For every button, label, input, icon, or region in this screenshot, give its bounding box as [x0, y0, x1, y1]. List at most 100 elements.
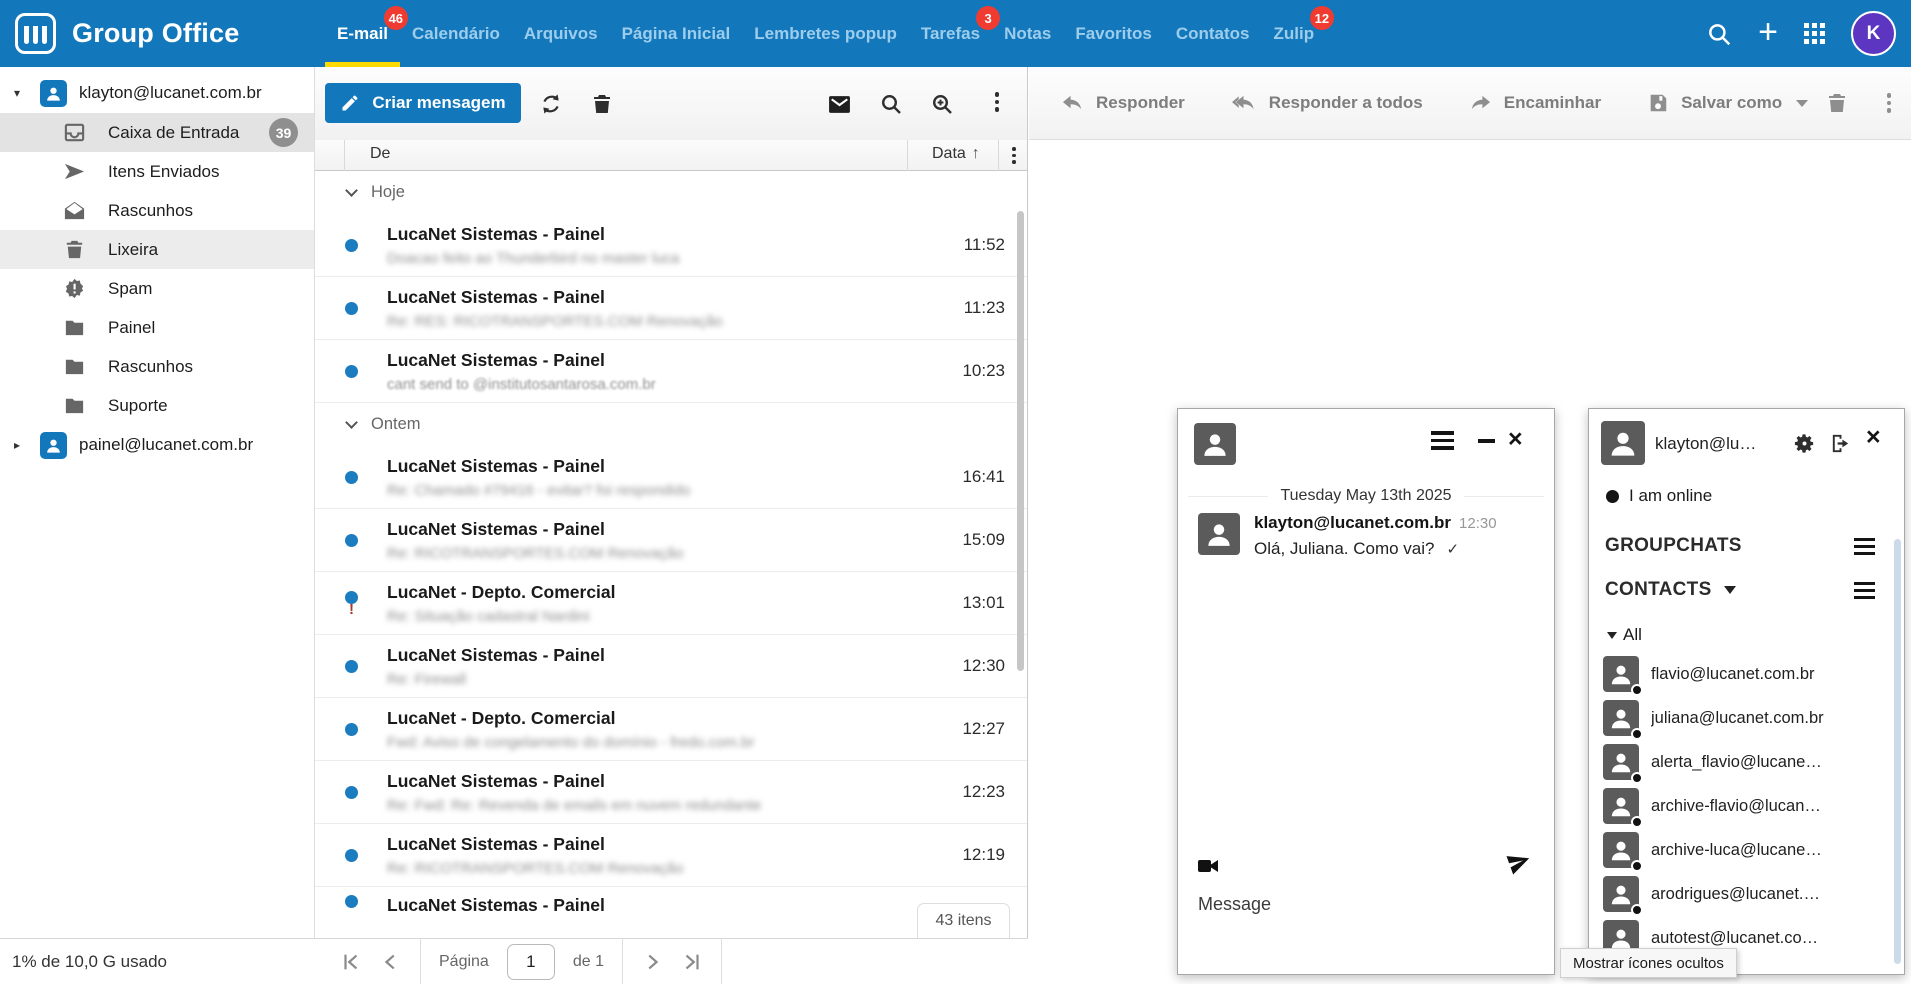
mail-list-item[interactable]: LucaNet Sistemas - PainelDoacao feito ao…	[315, 214, 1027, 277]
reply-all-button[interactable]: Responder a todos	[1231, 92, 1423, 115]
sidebar-item-suporte[interactable]: Suporte	[0, 386, 314, 425]
send-icon[interactable]	[1506, 849, 1532, 875]
tab-pagina-inicial[interactable]: Página Inicial	[622, 0, 731, 67]
sidebar-item-painel[interactable]: Painel	[0, 308, 314, 347]
contact-item[interactable]: alerta_flavio@lucane…	[1589, 740, 1904, 784]
column-options-icon[interactable]	[1012, 147, 1016, 164]
contact-item[interactable]: juliana@lucanet.com.br	[1589, 696, 1904, 740]
tab-contatos[interactable]: Contatos	[1176, 0, 1250, 67]
mail-list-item[interactable]: LucaNet Sistemas - PainelRe: RICOTRANSPO…	[315, 509, 1027, 572]
chat-menu-icon[interactable]	[1431, 431, 1454, 450]
refresh-icon[interactable]	[539, 92, 563, 116]
tab-lembretes-popup[interactable]: Lembretes popup	[754, 0, 897, 67]
sidebar-item-trash[interactable]: Lixeira	[0, 230, 314, 269]
tab-tarefas[interactable]: Tarefas3	[921, 0, 980, 67]
contact-item[interactable]: arodrigues@lucanet.…	[1589, 872, 1904, 916]
presence-status[interactable]: I am online	[1606, 486, 1712, 506]
mail-time: 12:23	[933, 782, 1005, 802]
app-logo: Group Office	[15, 13, 239, 54]
sidebar-item-inbox[interactable]: Caixa de Entrada 39	[0, 113, 314, 152]
last-page-button[interactable]	[681, 951, 703, 973]
delete-icon[interactable]	[590, 92, 614, 116]
unread-dot	[345, 786, 358, 799]
mail-list-item[interactable]: LucaNet Sistemas - PainelRe: Firewall 12…	[315, 635, 1027, 698]
tab-calendario[interactable]: Calendário	[412, 0, 500, 67]
message-text: Olá, Juliana. Como vai?	[1254, 539, 1434, 558]
spam-icon	[63, 277, 86, 300]
contact-item[interactable]: flavio@lucanet.com.br	[1589, 652, 1904, 696]
tab-notas[interactable]: Notas	[1004, 0, 1051, 67]
contact-item[interactable]: archive-flavio@lucan…	[1589, 784, 1904, 828]
tab-arquivos[interactable]: Arquivos	[524, 0, 598, 67]
presence-dot	[1631, 816, 1643, 828]
pencil-icon	[340, 93, 360, 113]
account-icon	[40, 80, 67, 107]
sidebar-item-spam[interactable]: Spam	[0, 269, 314, 308]
mail-list-item[interactable]: LucaNet Sistemas - PainelRe: RES: RICOTR…	[315, 277, 1027, 340]
logout-icon[interactable]	[1829, 432, 1852, 455]
search-mail-icon[interactable]	[879, 92, 903, 116]
zulip-badge: 12	[1310, 6, 1334, 30]
unread-filter-icon[interactable]	[827, 92, 851, 116]
more-options-icon[interactable]	[985, 92, 1009, 116]
tab-zulip[interactable]: Zulip12	[1274, 0, 1315, 67]
contacts-section: CONTACTS	[1605, 579, 1875, 601]
save-as-button[interactable]: Salvar como	[1647, 92, 1808, 114]
expand-caret-icon[interactable]: ▸	[14, 438, 28, 452]
list-scrollbar[interactable]	[1017, 211, 1024, 671]
account-painel[interactable]: ▸ painel@lucanet.com.br	[0, 425, 314, 465]
sidebar-item-drafts[interactable]: Rascunhos	[0, 191, 314, 230]
search-icon[interactable]	[1706, 21, 1732, 47]
drafts-icon	[63, 199, 86, 222]
sidebar-item-sent[interactable]: Itens Enviados	[0, 152, 314, 191]
page-number-input[interactable]	[507, 944, 555, 980]
mail-time: 10:23	[933, 361, 1005, 381]
first-page-button[interactable]	[340, 951, 362, 973]
contact-item[interactable]: archive-luca@lucane…	[1589, 828, 1904, 872]
column-from[interactable]: De	[370, 145, 390, 163]
contacts-scrollbar[interactable]	[1894, 539, 1901, 964]
tab-favoritos[interactable]: Favoritos	[1075, 0, 1152, 67]
zoom-in-icon[interactable]	[930, 92, 954, 116]
groupchats-menu-icon[interactable]	[1854, 538, 1875, 555]
message-options-icon[interactable]	[1887, 93, 1892, 113]
account-klayton[interactable]: ▾ klayton@lucanet.com.br	[0, 73, 314, 113]
chat-message-input[interactable]: Message	[1198, 894, 1271, 915]
reply-button[interactable]: Responder	[1061, 92, 1185, 115]
delete-message-icon[interactable]	[1825, 91, 1849, 115]
compose-button[interactable]: Criar mensagem	[325, 83, 521, 123]
user-avatar[interactable]: K	[1851, 11, 1896, 56]
close-icon[interactable]: ×	[1866, 425, 1881, 450]
inbox-icon	[63, 121, 86, 144]
top-bar: Group Office E-mail46 Calendário Arquivo…	[0, 0, 1911, 67]
folder-label: Suporte	[108, 396, 168, 416]
mail-list-item[interactable]: LucaNet Sistemas - PainelRe: RICOTRANSPO…	[315, 824, 1027, 887]
chevron-down-icon[interactable]	[1724, 586, 1736, 594]
contacts-group-all[interactable]: All	[1607, 625, 1642, 645]
add-icon[interactable]: +	[1758, 15, 1778, 49]
sidebar-item-rascunhos2[interactable]: Rascunhos	[0, 347, 314, 386]
group-header-ontem[interactable]: Ontem	[315, 403, 1027, 446]
minimize-icon[interactable]	[1478, 439, 1495, 443]
contacts-menu-icon[interactable]	[1854, 582, 1875, 599]
mail-list-item[interactable]: LucaNet Sistemas - Painelcant send to @i…	[315, 340, 1027, 403]
column-date[interactable]: Data↑	[932, 145, 980, 163]
prev-page-button[interactable]	[380, 951, 402, 973]
mail-list-item[interactable]: LucaNet Sistemas - PainelRe: Fwd: Re: Re…	[315, 761, 1027, 824]
groupchats-section: GROUPCHATS	[1605, 535, 1875, 557]
group-header-hoje[interactable]: Hoje	[315, 171, 1027, 214]
tab-email[interactable]: E-mail46	[337, 0, 388, 67]
video-call-icon[interactable]	[1196, 854, 1220, 878]
next-page-button[interactable]	[641, 951, 663, 973]
mail-list-item[interactable]: ! LucaNet - Depto. ComercialRe: Situação…	[315, 572, 1027, 635]
contact-avatar	[1603, 876, 1639, 912]
folder-label: Painel	[108, 318, 155, 338]
close-icon[interactable]: ×	[1508, 427, 1523, 452]
mail-list-item[interactable]: LucaNet Sistemas - PainelRe: Chamado #79…	[315, 446, 1027, 509]
apps-grid-icon[interactable]	[1804, 23, 1825, 44]
collapse-caret-icon[interactable]: ▾	[14, 86, 28, 100]
item-count-badge: 43 itens	[917, 903, 1010, 938]
gear-icon[interactable]	[1793, 432, 1816, 455]
mail-list-item[interactable]: LucaNet - Depto. ComercialFwd: Aviso de …	[315, 698, 1027, 761]
forward-button[interactable]: Encaminhar	[1469, 92, 1601, 115]
